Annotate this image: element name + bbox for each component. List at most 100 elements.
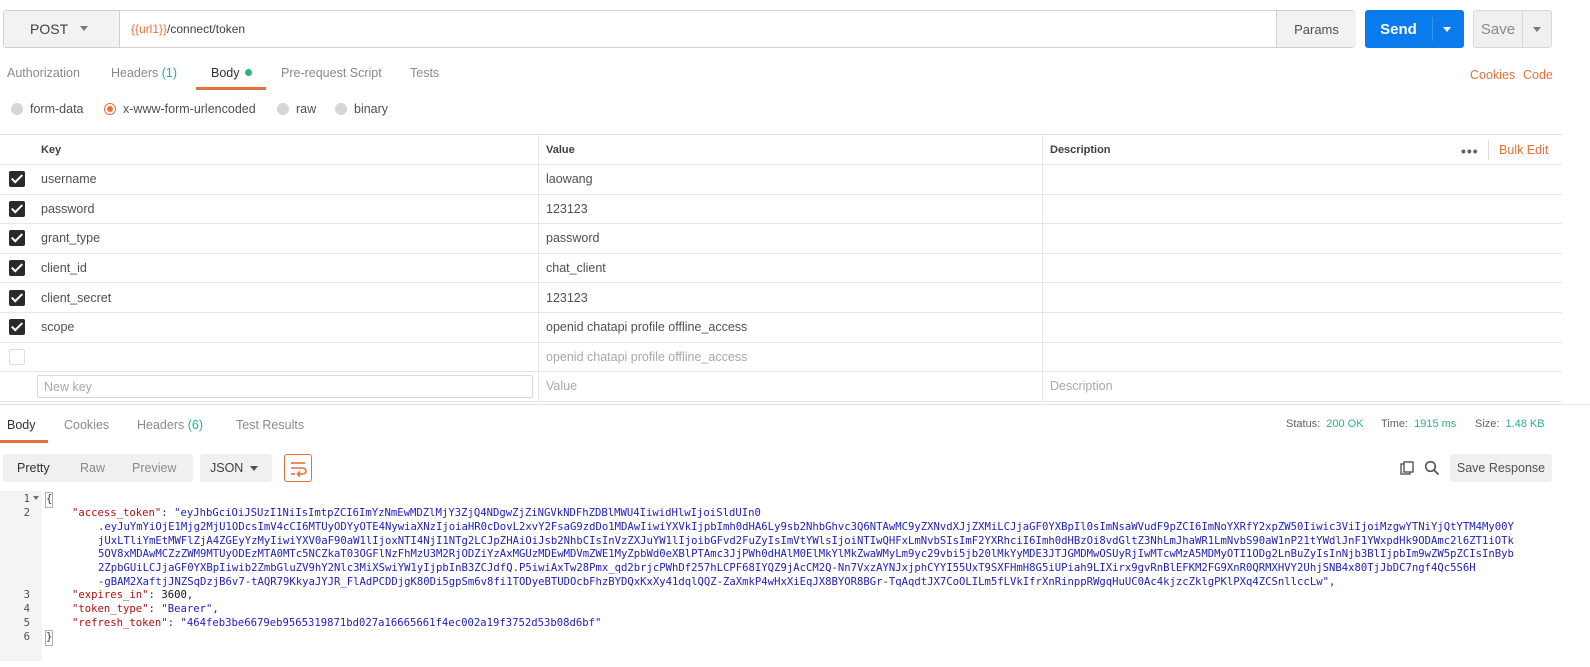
save-label: Save xyxy=(1480,20,1516,38)
tab-authorization[interactable]: Authorization xyxy=(7,66,80,80)
param-value[interactable]: openid chatapi profile offline_access xyxy=(538,312,1042,342)
header-divider xyxy=(1488,140,1489,160)
radio-x-www-form-urlencoded[interactable]: x-www-form-urlencoded xyxy=(104,102,256,116)
cookies-link[interactable]: Cookies xyxy=(1470,68,1515,82)
row-checkbox[interactable] xyxy=(9,200,25,217)
save-response-button[interactable]: Save Response xyxy=(1450,454,1552,482)
param-description[interactable] xyxy=(1042,253,1562,283)
row-checkbox[interactable] xyxy=(9,348,25,365)
param-key[interactable]: client_id xyxy=(34,254,538,283)
size-value: 1.48 KB xyxy=(1505,418,1545,430)
radio-circle xyxy=(277,103,289,115)
raw-button[interactable]: Raw xyxy=(80,454,105,482)
radio-label: x-www-form-urlencoded xyxy=(123,102,256,116)
radio-circle-selected xyxy=(104,103,116,115)
column-header-description: Description ••• Bulk Edit xyxy=(1042,135,1562,164)
row-checkbox[interactable] xyxy=(9,289,25,306)
copy-icon[interactable] xyxy=(1400,461,1414,475)
param-key[interactable]: client_secret xyxy=(34,283,538,312)
row-checkbox[interactable] xyxy=(9,319,25,336)
param-value[interactable]: chat_client xyxy=(538,253,1042,283)
row-checkbox[interactable] xyxy=(9,230,25,247)
response-active-tab-indicator xyxy=(0,440,48,443)
method-select[interactable]: POST xyxy=(4,11,120,47)
param-key[interactable]: scope xyxy=(34,313,538,342)
response-tab-body[interactable]: Body xyxy=(7,418,36,432)
body-indicator-dot xyxy=(244,69,252,77)
bulk-edit-link[interactable]: Bulk Edit xyxy=(1499,143,1548,157)
row-checkbox[interactable] xyxy=(9,260,25,277)
line-number: 3 xyxy=(23,589,30,601)
json-key: "expires_in" xyxy=(72,589,149,601)
status-indicator: Status: 200 OK xyxy=(1286,418,1364,430)
new-value-input[interactable]: Value xyxy=(538,372,1042,401)
param-value[interactable]: laowang xyxy=(538,165,1042,194)
request-bar: POST {{url1}}/connect/token Params xyxy=(3,10,1356,48)
radio-circle xyxy=(11,103,23,115)
column-header-description-label: Description xyxy=(1050,143,1111,156)
tab-body[interactable]: Body xyxy=(211,66,252,80)
params-button[interactable]: Params xyxy=(1276,11,1356,47)
tab-tests[interactable]: Tests xyxy=(410,66,439,80)
param-description[interactable] xyxy=(1042,165,1562,194)
new-description-input[interactable]: Description xyxy=(1042,372,1562,401)
param-key[interactable] xyxy=(34,343,538,372)
more-options-icon[interactable]: ••• xyxy=(1461,143,1479,159)
json-open-brace: { xyxy=(44,492,54,508)
size-label: Size: xyxy=(1475,418,1500,430)
param-value[interactable]: 123123 xyxy=(538,283,1042,312)
url-variable: {{url1}} xyxy=(131,22,168,36)
new-key-input[interactable]: New key xyxy=(37,375,533,399)
tab-headers-label: Headers xyxy=(111,66,159,80)
table-row: grant_type password xyxy=(0,224,1562,254)
body-mode-selector: form-data x-www-form-urlencoded raw bina… xyxy=(0,96,600,124)
response-tab-cookies[interactable]: Cookies xyxy=(64,418,109,432)
format-select[interactable]: JSON xyxy=(200,454,272,482)
table-header-row: Key Value Description ••• Bulk Edit xyxy=(0,135,1562,165)
send-chevron-down-icon[interactable] xyxy=(1443,27,1451,32)
line-number: 6 xyxy=(23,631,30,643)
param-value[interactable]: 123123 xyxy=(538,194,1042,224)
param-description[interactable] xyxy=(1042,312,1562,342)
status-value: 200 OK xyxy=(1326,418,1364,430)
response-body-viewer[interactable]: 1 2 3 4 5 6 { "access_token": "eyJhbGciO… xyxy=(0,491,1570,661)
save-button[interactable]: Save xyxy=(1473,10,1552,48)
search-icon[interactable] xyxy=(1424,460,1440,476)
param-key[interactable]: password xyxy=(34,195,538,224)
chevron-down-icon xyxy=(80,26,88,31)
response-tab-headers[interactable]: Headers (6) xyxy=(137,418,203,432)
param-description[interactable] xyxy=(1042,194,1562,224)
radio-label: raw xyxy=(296,102,317,116)
param-value[interactable]: openid chatapi profile offline_access xyxy=(538,342,1042,372)
row-checkbox[interactable] xyxy=(9,171,25,188)
preview-button[interactable]: Preview xyxy=(132,454,176,482)
wrap-lines-button[interactable] xyxy=(284,454,312,482)
radio-form-data[interactable]: form-data xyxy=(11,102,84,116)
param-key[interactable]: grant_type xyxy=(34,224,538,253)
headers-count-badge: (1) xyxy=(161,66,178,80)
response-tab-test-results[interactable]: Test Results xyxy=(236,418,304,432)
view-mode-group: Pretty Raw Preview xyxy=(3,454,193,482)
url-input[interactable]: {{url1}}/connect/token xyxy=(120,11,1278,47)
fold-toggle-icon[interactable] xyxy=(33,496,39,500)
tab-body-label: Body xyxy=(211,66,240,80)
code-link[interactable]: Code xyxy=(1523,68,1553,82)
param-key[interactable]: username xyxy=(34,165,538,194)
json-key: "token_type" xyxy=(72,603,149,615)
radio-binary[interactable]: binary xyxy=(335,102,388,116)
tab-prerequest-script[interactable]: Pre-request Script xyxy=(281,66,382,80)
response-tabs: Body Cookies Headers (6) Test Results St… xyxy=(0,404,1590,443)
param-value[interactable]: password xyxy=(538,224,1042,253)
param-description[interactable] xyxy=(1042,224,1562,253)
param-description[interactable] xyxy=(1042,342,1562,372)
save-chevron-down-icon[interactable] xyxy=(1533,27,1541,32)
send-button[interactable]: Send xyxy=(1365,10,1464,48)
url-path: /connect/token xyxy=(167,22,246,36)
pretty-button[interactable]: Pretty xyxy=(17,454,50,482)
param-description[interactable] xyxy=(1042,283,1562,312)
tab-headers[interactable]: Headers (1) xyxy=(111,66,177,80)
line-number: 1 xyxy=(23,493,30,505)
radio-raw[interactable]: raw xyxy=(277,102,316,116)
json-number-value: 3600 xyxy=(161,589,187,601)
table-row: scope openid chatapi profile offline_acc… xyxy=(0,312,1562,343)
